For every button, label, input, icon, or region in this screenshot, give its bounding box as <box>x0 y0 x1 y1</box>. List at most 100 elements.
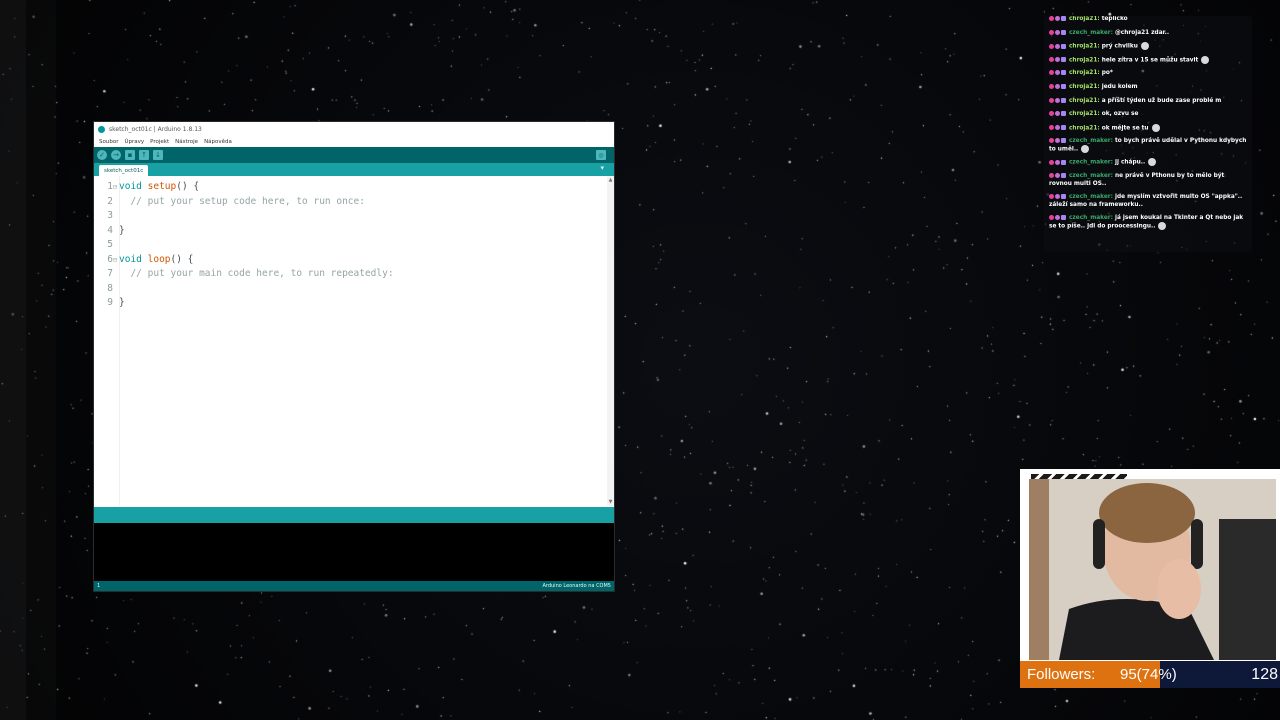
code-line[interactable]: 6 ⊟ void loop() { <box>94 253 604 267</box>
chat-badges <box>1049 29 1067 37</box>
badge-icon <box>1055 215 1060 220</box>
badge-icon <box>1049 70 1054 76</box>
badge-icon <box>1061 57 1066 63</box>
menu-item-nastroje[interactable]: Nástroje <box>175 139 198 145</box>
left-panel-strip-2 <box>26 0 56 720</box>
code-token: () { <box>170 253 194 265</box>
code-text: } <box>119 296 125 310</box>
chat-username[interactable]: chroja21 <box>1069 16 1097 22</box>
toolbar: ✓ → ▪ ↑ ↓ ◎ <box>94 147 614 163</box>
badge-icon <box>1055 97 1060 103</box>
chat-username[interactable]: czech_maker <box>1069 138 1111 144</box>
chat-username[interactable]: chroja21 <box>1069 44 1097 50</box>
chat-text: jj chápu.. <box>1115 159 1146 166</box>
board-port-label: Arduino Leonardo na COM5 <box>542 583 611 589</box>
code-line[interactable]: 1 ⊟ void setup() { <box>94 180 604 194</box>
line-number: 9 <box>107 297 113 308</box>
code-line[interactable]: 2 // put your setup code here, to run on… <box>94 195 604 209</box>
window-titlebar[interactable]: sketch_oct01c | Arduino 1.8.13 <box>94 122 614 136</box>
chat-username[interactable]: czech_maker <box>1069 30 1111 36</box>
menu-item-projekt[interactable]: Projekt <box>150 139 169 145</box>
code-line[interactable]: 7 // put your main code here, to run rep… <box>94 267 604 281</box>
line-number: 2 <box>107 195 113 207</box>
chat-message: czech_maker: jde myslím vztvořit multo O… <box>1049 193 1249 209</box>
menu-item-soubor[interactable]: Soubor <box>99 139 118 145</box>
badge-icon <box>1049 159 1054 165</box>
code-line[interactable]: 8 <box>94 282 604 296</box>
function-token: setup <box>147 181 177 192</box>
menu-item-upravy[interactable]: Úpravy <box>124 139 144 145</box>
chat-username[interactable]: chroja21 <box>1069 70 1097 76</box>
badge-icon <box>1055 84 1060 89</box>
chat-username[interactable]: chroja21 <box>1069 84 1097 90</box>
chat-username[interactable]: czech_maker <box>1069 160 1111 166</box>
badge-icon <box>1061 29 1066 35</box>
line-number: 1 <box>107 181 113 192</box>
chat-message: chroja21: ok, ozvu se <box>1049 110 1249 118</box>
badge-icon <box>1055 70 1060 76</box>
save-icon[interactable]: ↓ <box>153 150 163 160</box>
vertical-scrollbar[interactable]: ▲ ▼ <box>607 176 614 506</box>
code-editor[interactable]: 1 ⊟ void setup() {2 // put your setup code… <box>94 176 614 506</box>
maximize-icon[interactable] <box>588 122 600 136</box>
chat-username[interactable]: chroja21 <box>1069 125 1097 131</box>
badge-icon <box>1055 138 1060 144</box>
chat-badges <box>1049 110 1067 118</box>
emote-icon <box>1148 158 1157 167</box>
chat-username[interactable]: chroja21 <box>1069 98 1097 104</box>
cursor-line-number: 1 <box>97 583 101 589</box>
chat-message: chroja21: po* <box>1049 69 1249 77</box>
menu-item-napoveda[interactable]: Nápověda <box>204 139 232 145</box>
badge-icon <box>1055 173 1060 178</box>
chat-message: czech_maker: já jsem koukal na Tkinter a… <box>1049 214 1249 231</box>
chat-username[interactable]: czech_maker <box>1069 215 1111 221</box>
verify-icon[interactable]: ✓ <box>97 150 107 160</box>
window-controls <box>576 122 612 136</box>
output-console[interactable] <box>94 523 614 581</box>
chat-username[interactable]: czech_maker <box>1069 194 1111 200</box>
code-line[interactable]: 3 <box>94 209 604 223</box>
chat-message: czech_maker: jj chápu.. <box>1049 158 1249 167</box>
code-line[interactable]: 9} <box>94 296 604 310</box>
tab-sketch[interactable]: sketch_oct01c <box>99 165 149 176</box>
scroll-down-icon[interactable]: ▼ <box>607 498 614 506</box>
function-token: loop <box>147 253 171 265</box>
upload-icon[interactable]: → <box>111 150 121 160</box>
code-text: // put your setup code here, to run once… <box>119 195 365 209</box>
badge-icon <box>1061 194 1066 199</box>
chat-text: jedu kolem <box>1101 84 1138 90</box>
chat-badges <box>1049 124 1067 132</box>
chat-username[interactable]: chroja21 <box>1069 57 1097 63</box>
comment-token: // put your setup code here, to run once… <box>130 195 365 207</box>
open-icon[interactable]: ↑ <box>139 150 149 160</box>
tab-menu-icon[interactable]: ▾ <box>600 164 604 172</box>
badge-icon <box>1049 138 1054 144</box>
minimize-icon[interactable] <box>576 122 588 136</box>
emote-icon <box>1201 55 1210 64</box>
chat-username[interactable]: czech_maker <box>1069 173 1111 179</box>
badge-icon <box>1055 125 1060 131</box>
chat-text: a příští týden už bude zase problé m <box>1101 97 1222 104</box>
new-icon[interactable]: ▪ <box>125 150 135 160</box>
chat-username[interactable]: chroja21 <box>1069 111 1097 117</box>
chat-message: czech_maker: ne právě v Pthonu by to měl… <box>1049 172 1249 188</box>
badge-icon <box>1055 111 1060 117</box>
magnifier-icon[interactable]: ◎ <box>596 150 606 160</box>
close-icon[interactable] <box>600 122 612 136</box>
badge-icon <box>1061 125 1066 131</box>
badge-icon <box>1049 97 1054 103</box>
chat-text: teplíčko <box>1101 16 1128 22</box>
chat-badges <box>1049 172 1067 180</box>
scroll-up-icon[interactable]: ▲ <box>607 176 614 184</box>
line-number: 6 <box>107 253 113 265</box>
code-line[interactable]: 5 <box>94 238 604 252</box>
code-line[interactable]: 4} <box>94 224 604 238</box>
sketch-tab-bar: sketch_oct01c ▾ <box>94 163 614 176</box>
chat-text: @chroja21 zdar.. <box>1115 29 1170 36</box>
badge-icon <box>1061 138 1066 144</box>
chat-badges <box>1049 137 1067 145</box>
badge-icon <box>1061 84 1066 89</box>
chat-text: prý chvilku <box>1101 43 1138 50</box>
